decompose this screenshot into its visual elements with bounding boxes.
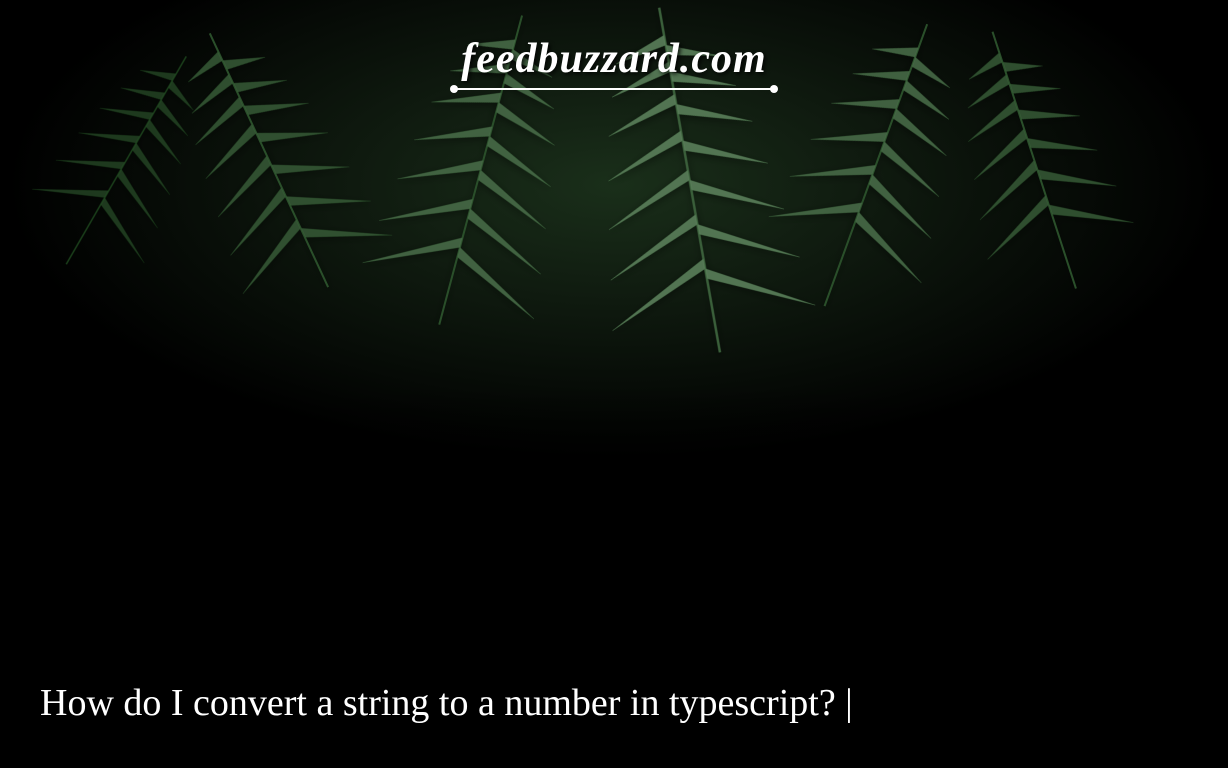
site-logo: feedbuzzard.com [454, 35, 774, 90]
fern-decoration [912, 5, 1159, 319]
article-title: How do I convert a string to a number in… [40, 679, 1188, 728]
article-title-area: How do I convert a string to a number in… [40, 679, 1188, 728]
logo-underline [454, 88, 774, 90]
logo-text: feedbuzzard.com [454, 35, 774, 83]
